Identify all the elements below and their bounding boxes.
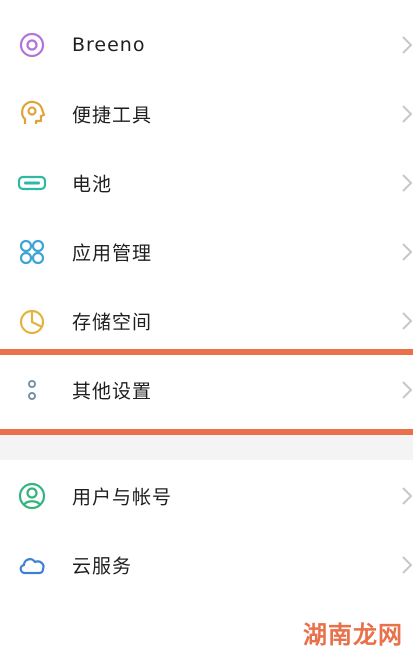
watermark-text: 湖南龙网 [303, 621, 403, 649]
chevron-right-icon [401, 379, 413, 401]
other-settings-dots-icon [16, 374, 48, 406]
settings-item-storage[interactable]: 存储空间 [0, 286, 413, 355]
settings-item-battery[interactable]: 电池 [0, 148, 413, 217]
settings-item-label: 应用管理 [72, 242, 153, 264]
settings-item-breeno[interactable]: Breeno [0, 10, 413, 79]
settings-item-label: 用户与帐号 [72, 486, 173, 508]
app-management-grid-icon [16, 236, 48, 268]
settings-item-cloud-service[interactable]: 云服务 [0, 530, 413, 599]
storage-pie-icon [16, 305, 48, 337]
settings-item-label: 电池 [72, 173, 113, 195]
settings-item-convenience-tools[interactable]: 便捷工具 [0, 79, 413, 148]
breeno-ring-icon [16, 29, 48, 61]
chevron-right-icon [401, 310, 413, 332]
chevron-right-icon [401, 241, 413, 263]
settings-item-user-account[interactable]: 用户与帐号 [0, 461, 413, 530]
cloud-service-icon [16, 549, 48, 581]
settings-item-other-settings[interactable]: 其他设置 [0, 355, 413, 424]
settings-item-app-management[interactable]: 应用管理 [0, 217, 413, 286]
settings-item-label: 便捷工具 [72, 104, 153, 126]
chevron-right-icon [401, 103, 413, 125]
chevron-right-icon [401, 485, 413, 507]
settings-item-label: 云服务 [72, 555, 133, 577]
chevron-right-icon [401, 554, 413, 576]
settings-item-label: 其他设置 [72, 380, 153, 402]
settings-item-label: Breeno [72, 33, 146, 56]
user-account-icon [16, 480, 48, 512]
highlight-line-bottom [0, 429, 413, 435]
chevron-right-icon [401, 34, 413, 56]
settings-item-label: 存储空间 [72, 311, 153, 333]
battery-icon [16, 167, 48, 199]
chevron-right-icon [401, 172, 413, 194]
convenience-tools-head-icon [16, 98, 48, 130]
